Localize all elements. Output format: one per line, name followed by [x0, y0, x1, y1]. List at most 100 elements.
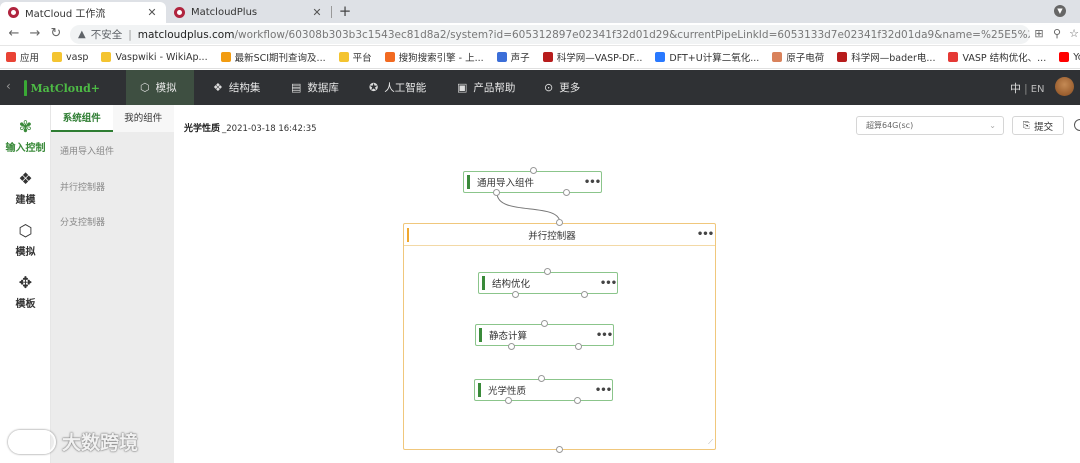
bookmark-favicon-icon	[496, 52, 507, 62]
output-port[interactable]	[508, 343, 515, 350]
output-port[interactable]	[581, 291, 588, 298]
collapse-chevron-icon[interactable]: ‹	[6, 79, 11, 93]
leftnav-simulation[interactable]: ⬡ 模拟	[0, 213, 51, 263]
bookmark-favicon-icon	[384, 52, 395, 62]
template-icon: ✥	[18, 273, 33, 292]
nav-label: 人工智能	[384, 82, 427, 94]
watermark: 大数跨境	[8, 428, 138, 455]
user-avatar[interactable]	[1055, 77, 1074, 96]
output-port[interactable]	[574, 397, 581, 404]
nav-structure-set[interactable]: ❖ 结构集	[199, 70, 274, 105]
output-port[interactable]	[575, 343, 582, 350]
output-port[interactable]	[563, 189, 570, 196]
bookmark-item[interactable]: 科学网—bader电...	[837, 50, 935, 64]
component-item-parallel[interactable]: 并行控制器	[60, 180, 105, 193]
bookmark-item[interactable]: 应用	[6, 50, 39, 64]
output-port[interactable]	[556, 446, 563, 453]
bookmark-item[interactable]: 搜狗搜索引擎 - 上...	[384, 50, 484, 64]
forward-arrow-icon[interactable]: →	[27, 26, 43, 42]
database-icon: ▤	[291, 81, 302, 94]
node-structure-optimization[interactable]: 结构优化 •••	[478, 272, 618, 294]
address-bar[interactable]: ▲ 不安全 | matcloudplus.com /workflow/60308…	[70, 25, 1030, 44]
browser-tab-matcloud[interactable]: MatCloud 工作流 ✕	[0, 2, 166, 23]
leftnav-template[interactable]: ✥ 模板	[0, 265, 51, 315]
lang-english[interactable]: EN	[1031, 84, 1045, 95]
bookmark-item[interactable]: 平台	[338, 50, 372, 64]
resize-handle-icon[interactable]: ⟋	[708, 438, 713, 447]
leftnav-input-control[interactable]: ✾ 输入控制	[0, 109, 51, 159]
nav-label: 数据库	[307, 82, 339, 94]
output-port[interactable]	[493, 189, 500, 196]
matcloud-logo[interactable]: MatCloud+	[24, 78, 100, 98]
component-item-branch[interactable]: 分支控制器	[60, 215, 105, 228]
leftnav-modeling[interactable]: ❖ 建模	[0, 161, 51, 211]
bookmark-item[interactable]: 最新SCI期刊查询及...	[220, 50, 326, 64]
tab-my-components[interactable]: 我的组件	[113, 105, 175, 132]
input-port[interactable]	[538, 375, 545, 382]
tab-system-components[interactable]: 系统组件	[51, 105, 113, 132]
close-tab-icon[interactable]: ✕	[146, 6, 158, 19]
output-port[interactable]	[505, 397, 512, 404]
bookmark-star-icon[interactable]: ☆	[1067, 27, 1080, 41]
nav-ai[interactable]: ✪ 人工智能	[355, 70, 440, 105]
app-header: ‹ MatCloud+ ⬡ 模拟 ❖ 结构集 ▤ 数据库 ✪ 人工智能 ▣ 产品…	[0, 70, 1080, 105]
input-port[interactable]	[541, 320, 548, 327]
node-optical-properties[interactable]: 光学性质 •••	[474, 379, 613, 401]
node-import[interactable]: 通用导入组件 •••	[463, 171, 602, 193]
node-menu-icon[interactable]: •••	[595, 330, 613, 341]
lang-chinese[interactable]: 中	[1010, 82, 1021, 95]
reload-icon[interactable]: ↻	[48, 26, 64, 42]
bookmark-item[interactable]: Vaspwiki - WikiAp...	[101, 52, 208, 63]
node-menu-icon[interactable]: •••	[583, 177, 601, 188]
bookmark-label: 科学网—VASP-DF...	[556, 53, 643, 64]
bookmark-label: 应用	[20, 53, 40, 64]
help-book-icon: ▣	[457, 81, 468, 94]
group-menu-icon[interactable]: •••	[695, 229, 715, 240]
nav-label: 产品帮助	[473, 82, 516, 94]
leftnav-label: 模板	[15, 299, 36, 310]
node-label: 静态计算	[489, 331, 528, 342]
input-port[interactable]	[556, 219, 563, 226]
component-item-import[interactable]: 通用导入组件	[60, 144, 114, 157]
bookmark-label: vasp	[66, 51, 89, 63]
input-port[interactable]	[544, 268, 551, 275]
matcloud-favicon-icon	[174, 7, 185, 18]
browser-toolbar: ← → ↻ ▲ 不安全 | matcloudplus.com /workflow…	[0, 23, 1080, 46]
url-path: /workflow/60308b303b3c1543ec81d8a2/syste…	[234, 28, 1030, 41]
translate-icon[interactable]: ⊞	[1032, 27, 1046, 41]
bookmark-item[interactable]: 原子电荷	[772, 50, 824, 64]
bookmark-item[interactable]: vasp	[52, 52, 88, 63]
more-icon: ⊙	[544, 81, 554, 94]
tab-search-icon[interactable]: ▼	[1054, 5, 1066, 17]
bookmark-item[interactable]: VASP 结构优化、...	[948, 50, 1046, 64]
nav-more[interactable]: ⊙ 更多	[530, 70, 594, 105]
close-tab-icon[interactable]: ✕	[311, 6, 323, 19]
bookmark-item[interactable]: 声子	[496, 50, 530, 64]
browser-tab-matcloudplus[interactable]: MatcloudPlus ✕	[166, 2, 331, 23]
nav-simulation[interactable]: ⬡ 模拟	[126, 70, 194, 105]
leftnav-label: 建模	[15, 195, 36, 206]
component-tabs: 系统组件 我的组件	[51, 105, 174, 132]
bookmark-item[interactable]: DFT+U计算二氧化...	[655, 50, 759, 64]
zoom-search-icon[interactable]: ⚲	[1050, 27, 1064, 41]
node-menu-icon[interactable]: •••	[594, 385, 612, 396]
leftnav-label: 输入控制	[5, 143, 46, 154]
node-label: 结构优化	[492, 279, 531, 290]
watermark-text: 大数跨境	[62, 432, 139, 454]
node-menu-icon[interactable]: •••	[599, 278, 617, 289]
watermark-logo-icon	[8, 429, 56, 454]
simulation-icon: ⬡	[18, 221, 33, 240]
node-label: 光学性质	[488, 386, 527, 397]
new-tab-button[interactable]: +	[336, 2, 354, 20]
node-static-calculation[interactable]: 静态计算 •••	[475, 324, 614, 346]
nav-database[interactable]: ▤ 数据库	[277, 70, 353, 105]
output-port[interactable]	[512, 291, 519, 298]
nav-label: 结构集	[228, 82, 261, 94]
workflow-canvas[interactable]: 光学性质 _2021-03-18 16:42:35 超算64G(sc) ⌄ ⎘ 提…	[174, 105, 1080, 463]
bookmark-item[interactable]: YouTube	[1059, 52, 1080, 63]
bookmark-item[interactable]: 科学网—VASP-DF...	[542, 50, 643, 64]
input-port[interactable]	[530, 167, 537, 174]
back-arrow-icon[interactable]: ←	[6, 26, 22, 42]
nav-help[interactable]: ▣ 产品帮助	[443, 70, 529, 105]
bookmark-favicon-icon	[52, 52, 63, 62]
